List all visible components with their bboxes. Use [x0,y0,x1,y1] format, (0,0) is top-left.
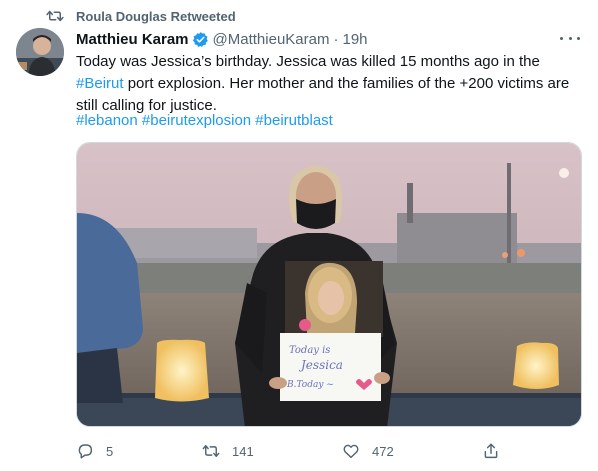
more-dot [568,36,572,40]
retweet-count: 141 [232,443,254,459]
retweeted-by-label[interactable]: Roula Douglas Retweeted [76,9,236,24]
more-dot [577,36,580,40]
reply-button[interactable]: 5 [76,440,113,462]
author-handle[interactable]: @MatthieuKaram [213,31,330,48]
retweet-action-icon [202,445,220,457]
hashtag-link-beirut[interactable]: #Beirut [76,75,124,92]
sign-text-line: Jessica [298,358,343,372]
more-options-icon[interactable] [560,30,580,46]
sign-text-line: B.Today ~ [286,380,334,390]
heart-icon [343,444,359,459]
tweet-text-part: port explosion. Her mother and the famil… [76,75,570,114]
avatar-image [16,28,64,76]
like-count: 472 [372,443,394,459]
tweet-actions: 5 141 472 [76,440,582,462]
tweet-timestamp[interactable]: 19h [342,31,367,48]
author-name[interactable]: Matthieu Karam [76,31,189,48]
reply-count: 5 [106,443,114,459]
sign-text-line: Today is [289,345,330,356]
share-icon [484,443,498,459]
tweet-photo[interactable]: Today is Jessica B.Today ~ [76,142,582,427]
share-button[interactable] [482,440,500,462]
hashtags[interactable]: #lebanon #beirutexplosion #beirutblast [76,110,333,132]
photo-scene: Today is Jessica B.Today ~ [77,143,581,426]
retweet-icon [46,10,64,22]
tweet-text: Today was Jessica’s birthday. Jessica wa… [76,51,586,117]
like-button[interactable]: 472 [342,440,394,462]
more-dot [560,36,563,40]
verified-badge-icon [192,31,208,47]
reply-icon [78,444,93,459]
retweet-button[interactable]: 141 [202,440,254,462]
avatar[interactable] [16,28,64,76]
tweet-header: Matthieu Karam @MatthieuKaram · 19h [76,28,368,50]
separator-dot: · [333,30,339,48]
tweet-text-part: Today was Jessica’s birthday. Jessica wa… [76,53,540,70]
